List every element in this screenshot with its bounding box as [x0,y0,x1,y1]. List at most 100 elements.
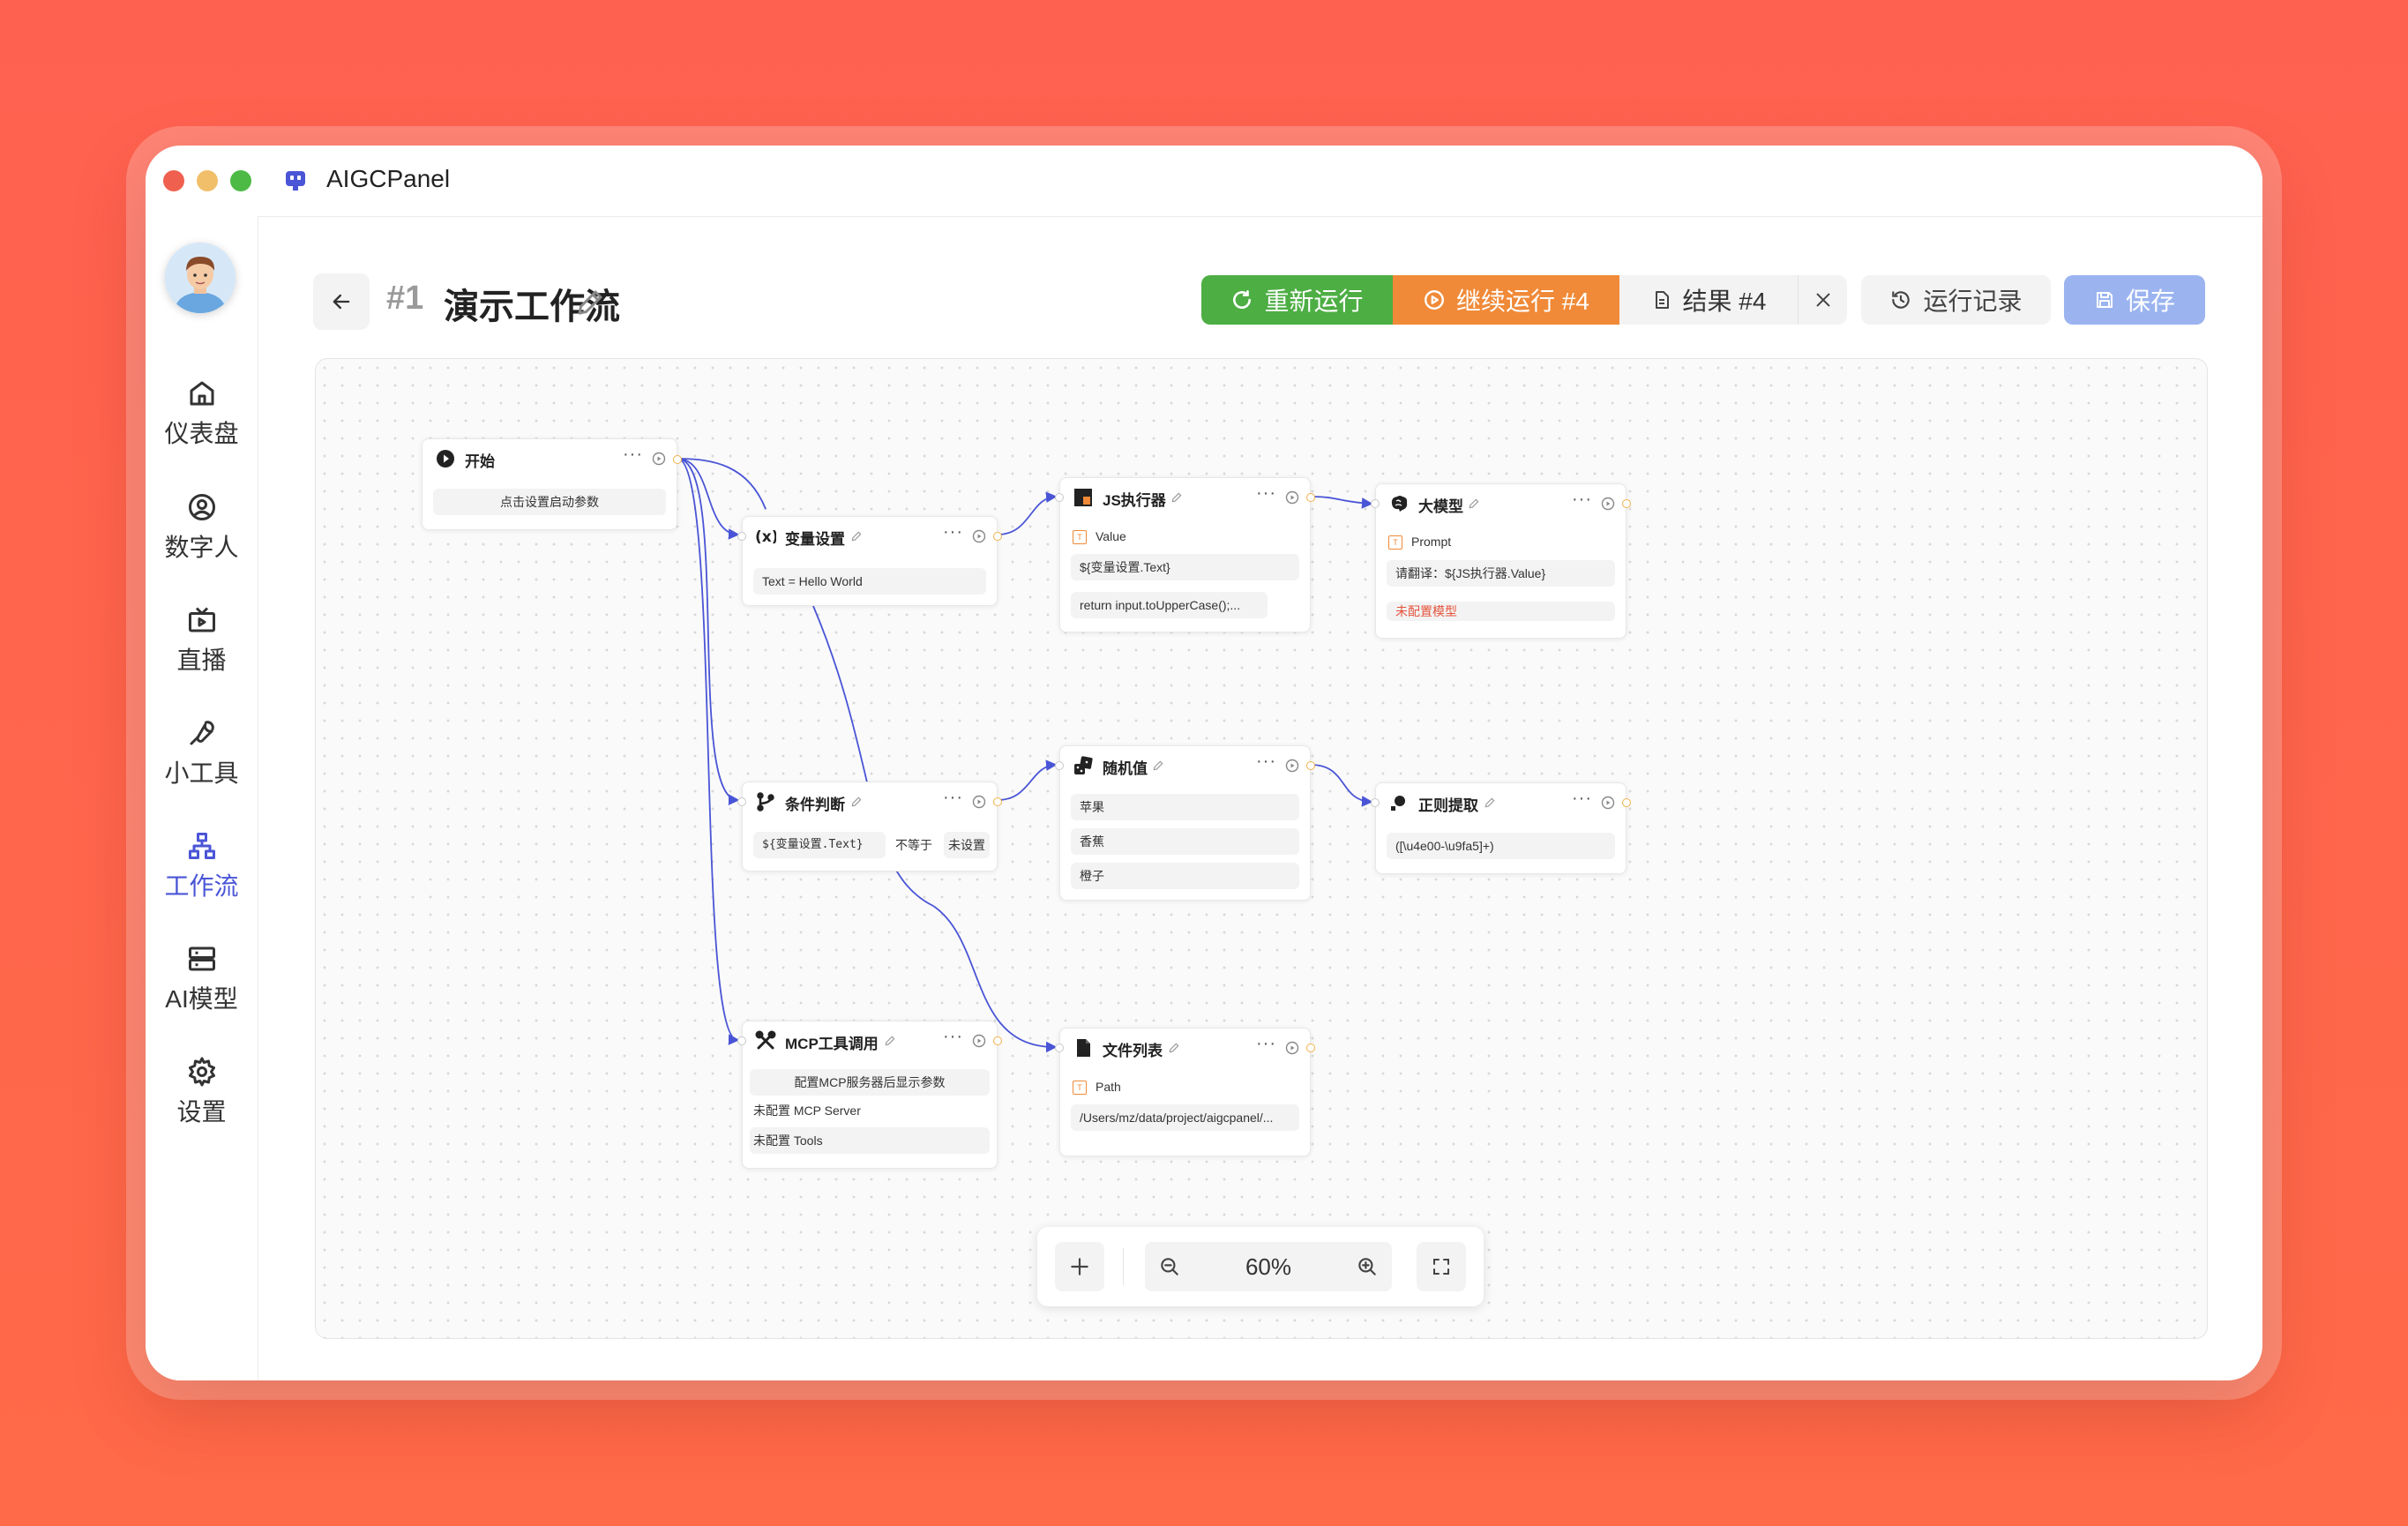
node-condition[interactable]: 条件判断 ··· ${变量设置.Text} 不等于 未设置 [737,782,1002,871]
output-port[interactable] [1306,1044,1315,1052]
edit-node-icon[interactable] [884,1035,896,1047]
input-port[interactable] [1371,798,1380,807]
back-button[interactable] [313,273,370,330]
output-port[interactable] [993,1036,1002,1045]
node-title: 随机值 [1103,760,1148,777]
output-port[interactable] [1306,761,1315,770]
regex-pattern: ([\u4e00-\u9fa5]+) [1387,833,1615,859]
zoom-level: 60% [1245,1253,1292,1280]
sidebar-item-dashboard[interactable]: 仪表盘 [146,378,258,466]
refresh-icon [1233,289,1252,310]
result-button[interactable]: 结果 #4 [1619,275,1798,325]
output-port[interactable] [993,532,1002,541]
edge-start-mcp [677,458,740,1045]
input-port[interactable] [1055,493,1064,502]
node-start[interactable]: 开始 ··· 点击设置启动参数 [422,438,682,530]
node-more-button[interactable]: ··· [1256,1034,1276,1054]
input-port[interactable] [737,532,746,541]
sidebar-item-ai-model[interactable]: AI模型 [146,943,258,1031]
node-more-button[interactable]: ··· [943,1027,963,1047]
run-node-icon[interactable] [1285,490,1299,505]
node-more-button[interactable]: ··· [1256,483,1276,504]
zoom-in-icon [1358,1258,1376,1275]
run-node-icon[interactable] [972,795,986,809]
zoom-control: 60% [1145,1242,1392,1291]
node-more-button[interactable]: ··· [1572,490,1592,510]
app-window: AIGCPanel 仪表盘 数字人 直播 小工具 工作流 AI模型 设置 #1 … [146,146,2262,1380]
node-mcp[interactable]: MCP工具调用 ··· 配置MCP服务器后显示参数 未配置 MCP Server… [737,1021,1002,1169]
output-port[interactable] [1622,798,1631,807]
output-port[interactable] [993,797,1002,806]
output-port[interactable] [1622,499,1631,508]
node-more-button[interactable]: ··· [943,788,963,808]
continue-run-button[interactable]: 继续运行 #4 [1393,275,1619,325]
zoom-in-button[interactable] [1342,1242,1392,1291]
edit-title-icon[interactable] [574,287,606,318]
edit-node-icon[interactable] [1170,491,1183,504]
node-more-button[interactable]: ··· [1572,789,1592,809]
minimize-window-button[interactable] [197,170,218,191]
run-node-icon[interactable] [1601,497,1615,511]
sidebar-item-digital-human[interactable]: 数字人 [146,491,258,580]
close-result-button[interactable] [1798,275,1847,325]
fit-view-button[interactable] [1417,1242,1466,1291]
node-llm[interactable]: 大模型 ··· T Prompt 请翻译：${JS执行器.Value} 未配置模型 [1371,483,1631,639]
input-port[interactable] [1055,1044,1064,1052]
edit-node-icon[interactable] [1484,797,1496,809]
edit-node-icon[interactable] [850,796,863,808]
run-node-icon[interactable] [1285,759,1299,773]
workflow-canvas[interactable]: 开始 ··· 点击设置启动参数 (x) 变量设置 ··· Text = Hell… [315,358,2208,1339]
node-more-button[interactable]: ··· [943,522,963,542]
start-params-button[interactable]: 点击设置启动参数 [433,489,666,515]
edit-node-icon[interactable] [1468,497,1480,510]
add-node-button[interactable] [1055,1242,1104,1291]
node-more-button[interactable]: ··· [623,445,643,465]
edit-node-icon[interactable] [1152,759,1164,772]
run-node-icon[interactable] [972,1034,986,1048]
sidebar-item-tools[interactable]: 小工具 [146,717,258,805]
sidebar-item-settings[interactable]: 设置 [146,1056,258,1144]
edge-random-regex [1310,764,1373,807]
run-node-icon[interactable] [972,529,986,543]
output-port[interactable] [1306,493,1315,502]
sidebar-item-label: 直播 [176,647,227,674]
input-port[interactable] [1371,499,1380,508]
node-regex[interactable]: 正则提取 ··· ([\u4e00-\u9fa5]+) [1371,782,1631,874]
avatar[interactable] [165,243,236,313]
run-history-button[interactable]: 运行记录 [1861,275,2051,325]
input-port[interactable] [737,1036,746,1045]
run-node-icon[interactable] [1601,796,1615,810]
input-port[interactable] [737,797,746,806]
main-area: #1 演示工作流 重新运行 继续运行 #4 结果 #4 运行记录 保存 开始 ·… [258,216,2262,1380]
run-node-icon[interactable] [652,452,666,466]
toolbar-divider [1123,1248,1124,1285]
node-file-list[interactable]: 文件列表 ··· T Path /Users/mz/data/project/ai… [1055,1028,1315,1156]
zoom-out-button[interactable] [1145,1242,1194,1291]
save-button[interactable]: 保存 [2064,275,2205,325]
fullscreen-icon [1433,1259,1449,1275]
edit-node-icon[interactable] [1168,1042,1180,1054]
edit-node-icon[interactable] [850,530,863,542]
zoom-out-icon [1161,1258,1178,1275]
output-port[interactable] [673,455,682,464]
node-js-executor[interactable]: JS执行器 ··· T Value ${变量设置.Text} return inp… [1055,477,1315,632]
param-label: T Path [1073,1080,1121,1096]
condition-right: 未设置 [944,832,990,858]
input-port[interactable] [1055,761,1064,770]
app-title: AIGCPanel [326,165,451,192]
node-random[interactable]: 随机值 ··· 苹果 香蕉 橙子 [1055,745,1315,901]
rerun-button[interactable]: 重新运行 [1201,275,1393,325]
node-more-button[interactable]: ··· [1256,752,1276,772]
sidebar-item-workflow[interactable]: 工作流 [146,830,258,918]
random-option: 苹果 [1071,794,1299,820]
arrow-left-icon [333,294,350,310]
model-warning[interactable]: 未配置模型 [1387,602,1615,621]
edge-variable-js [997,491,1058,535]
run-node-icon[interactable] [1285,1041,1299,1055]
run-history-label: 运行记录 [1923,288,2023,315]
rerun-label: 重新运行 [1264,288,1364,315]
close-window-button[interactable] [163,170,184,191]
node-variable[interactable]: (x) 变量设置 ··· Text = Hello World [737,516,1002,606]
sidebar-item-live[interactable]: 直播 [146,604,258,692]
maximize-window-button[interactable] [230,170,251,191]
